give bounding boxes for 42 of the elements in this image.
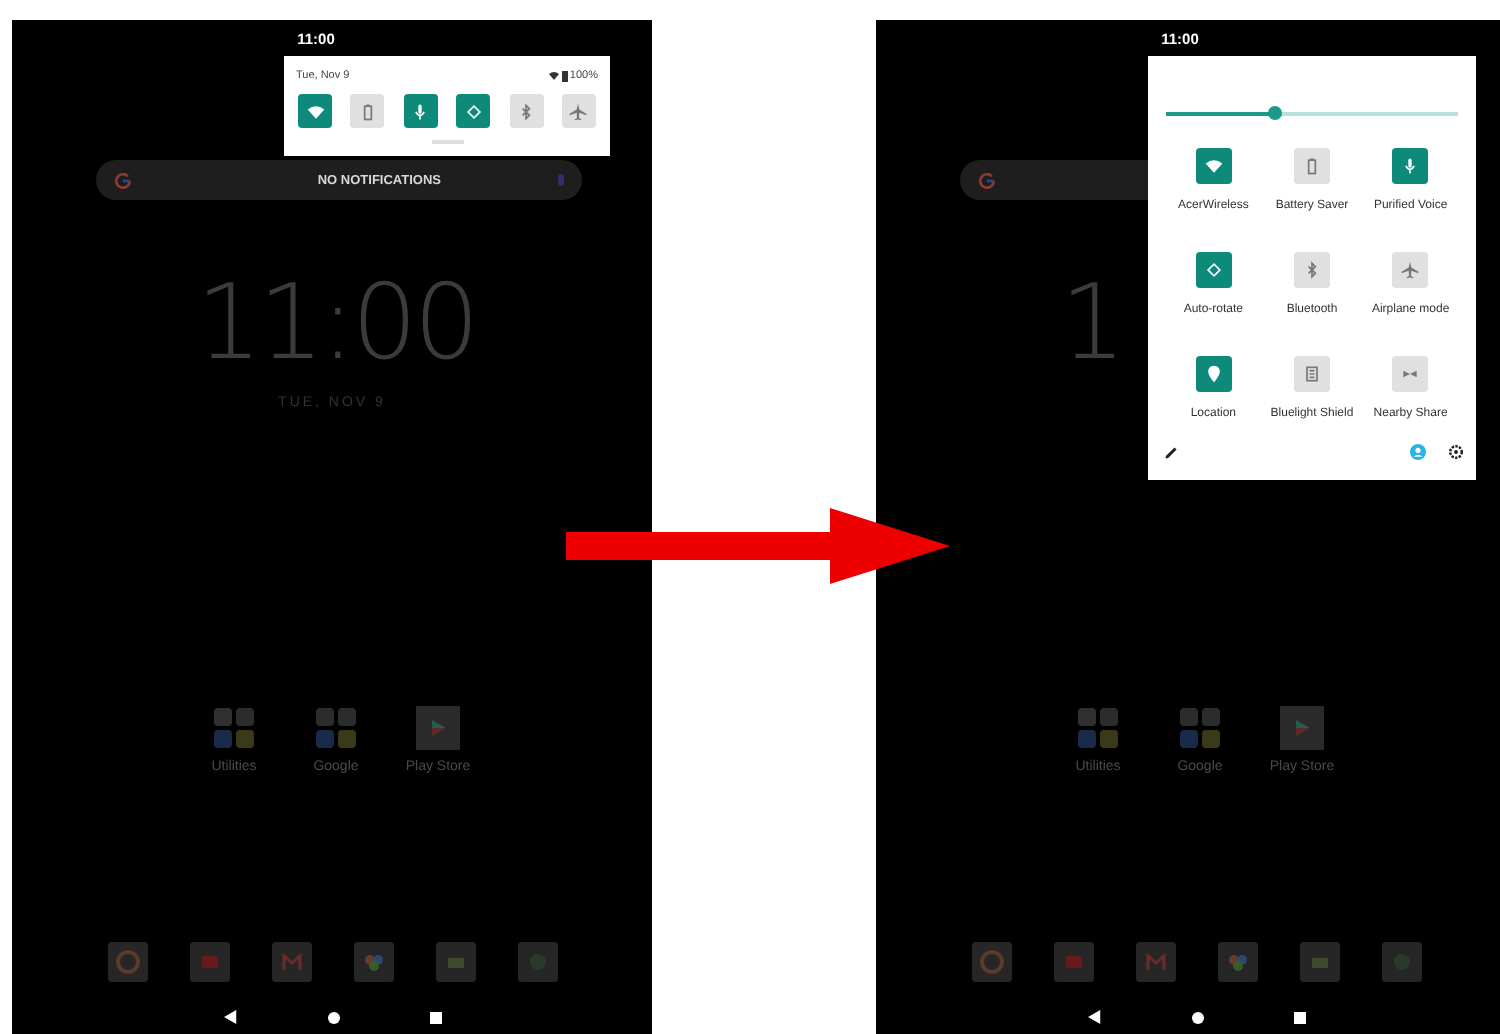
clock: 11:00 — [196, 272, 476, 376]
recents-icon[interactable] — [1293, 1011, 1305, 1023]
quick-tile[interactable] — [403, 94, 438, 128]
quick-tile[interactable] — [298, 94, 332, 128]
home-icon[interactable] — [327, 1011, 339, 1023]
search-bar[interactable] — [960, 160, 1152, 200]
clock: 1 — [1060, 272, 1123, 376]
location-pin-icon — [1203, 364, 1224, 384]
quick-tile[interactable] — [1195, 252, 1232, 288]
wifi-icon — [1203, 156, 1224, 176]
airplane-icon — [568, 101, 589, 121]
quick-tile[interactable] — [1392, 252, 1429, 288]
quick-tile[interactable] — [1392, 148, 1429, 184]
recents-icon[interactable] — [429, 1011, 441, 1023]
drag-handle[interactable] — [431, 140, 463, 143]
app-icon[interactable] — [1299, 942, 1339, 982]
app-icon[interactable] — [435, 942, 475, 982]
home-icon[interactable] — [1191, 1011, 1203, 1023]
quick-tile[interactable] — [509, 94, 544, 128]
settings-icon[interactable] — [1448, 444, 1464, 460]
quick-tile[interactable] — [1392, 356, 1429, 392]
quick-tile[interactable] — [350, 94, 385, 128]
wifi-icon — [547, 70, 560, 82]
quick-tile[interactable] — [1195, 148, 1232, 184]
quick-tile[interactable] — [561, 94, 596, 128]
airplane-icon — [1400, 260, 1421, 280]
google-logo — [978, 171, 996, 189]
back-icon[interactable] — [223, 1010, 237, 1024]
quick-tile[interactable] — [1293, 148, 1330, 184]
user-icon[interactable] — [1410, 444, 1426, 460]
back-icon[interactable] — [1087, 1010, 1101, 1024]
wifi-icon — [305, 101, 325, 121]
quick-tile[interactable] — [1293, 356, 1330, 392]
edit-icon[interactable] — [1164, 445, 1178, 459]
app-icon[interactable] — [1217, 942, 1257, 982]
quick-tile[interactable] — [456, 94, 491, 128]
quick-tile[interactable] — [1195, 356, 1232, 392]
battery-icon — [561, 70, 568, 82]
quick-tile[interactable] — [1293, 252, 1330, 288]
app-icon[interactable] — [353, 942, 393, 982]
google-logo — [113, 171, 131, 189]
document-icon — [1301, 364, 1322, 384]
